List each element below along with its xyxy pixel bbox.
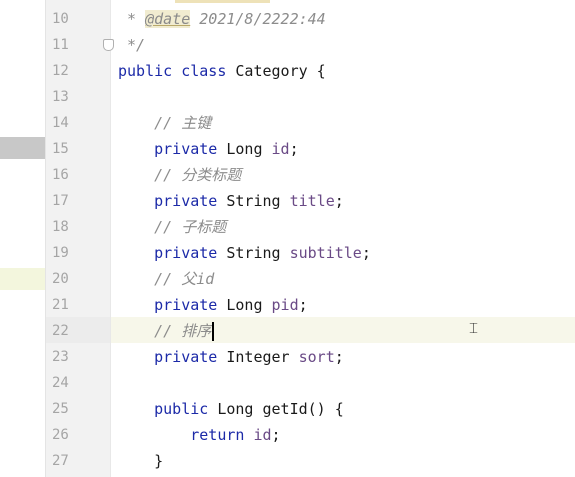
code-token-plain: () {	[307, 400, 344, 418]
code-token-doc: *	[118, 10, 146, 28]
code-text: private Long pid;	[118, 292, 308, 318]
code-token-field: id	[253, 426, 272, 444]
code-text: public Long getId() {	[118, 396, 344, 422]
search-match-highlight	[175, 0, 270, 3]
line-number: 26	[52, 427, 69, 443]
code-token-type: Long	[226, 140, 272, 158]
code-token-cmt: // 子标题	[118, 218, 227, 236]
code-line[interactable]: 20 // 父id	[0, 266, 575, 292]
code-token-kw: public	[118, 400, 218, 418]
code-token-doc: */	[118, 36, 146, 54]
code-token-fn: getId	[262, 400, 308, 418]
code-token-plain: }	[118, 452, 164, 470]
code-editor[interactable]: 10 * @date 2021/8/2222:44 11 */12 public c…	[0, 0, 575, 477]
code-token-type: String	[226, 244, 290, 262]
code-text: private Integer sort;	[118, 344, 344, 370]
line-number: 20	[52, 271, 69, 287]
code-token-plain: ;	[271, 426, 281, 444]
code-line[interactable]: 23 private Integer sort;	[0, 344, 575, 370]
code-text: private String title;	[118, 188, 344, 214]
code-line[interactable]: 18 // 子标题	[0, 214, 575, 240]
code-text: // 父id	[118, 266, 214, 292]
code-text: // 分类标题	[118, 162, 241, 188]
code-token-type: Long	[226, 296, 272, 314]
code-token-cmt: // 排序	[118, 322, 212, 340]
code-token-kw: private	[118, 296, 227, 314]
line-number: 24	[52, 375, 69, 391]
code-text: }	[118, 448, 163, 474]
code-text: * @date 2021/8/2222:44	[118, 6, 326, 32]
code-token-cmt: // 主键	[118, 114, 212, 132]
code-text: private Long id;	[118, 136, 299, 162]
code-token-kw: private	[118, 192, 227, 210]
code-token-cmt: // 父id	[118, 270, 215, 288]
line-number: 23	[52, 349, 69, 365]
code-line[interactable]: 10 * @date 2021/8/2222:44	[0, 6, 575, 32]
code-token-field: pid	[271, 296, 299, 314]
code-token-field: subtitle	[289, 244, 362, 262]
text-caret	[212, 322, 215, 341]
code-token-cmt: // 分类标题	[118, 166, 242, 184]
code-token-kw: public class	[118, 62, 236, 80]
line-number: 13	[52, 89, 69, 105]
fold-marker-icon[interactable]	[103, 39, 114, 51]
code-line[interactable]: 11 */	[0, 32, 575, 58]
code-text: */	[118, 32, 145, 58]
code-token-kw: private	[118, 140, 227, 158]
code-line[interactable]: 12 public class Category {	[0, 58, 575, 84]
line-number: 10	[52, 11, 69, 27]
code-text: private String subtitle;	[118, 240, 371, 266]
code-token-field: id	[271, 140, 290, 158]
code-text: // 主键	[118, 110, 211, 136]
code-token-field: sort	[298, 348, 335, 366]
line-number: 16	[52, 167, 69, 183]
line-number: 19	[52, 245, 69, 261]
code-line[interactable]: 24	[0, 370, 575, 396]
code-line[interactable]: 21 private Long pid;	[0, 292, 575, 318]
code-line[interactable]: 25 public Long getId() {	[0, 396, 575, 422]
line-number: 12	[52, 63, 69, 79]
code-line[interactable]: 13	[0, 84, 575, 110]
code-line[interactable]: 22 // 排序	[0, 318, 575, 344]
code-text: // 排序	[118, 318, 215, 344]
code-text: // 子标题	[118, 214, 226, 240]
code-text: public class Category {	[118, 58, 326, 84]
code-token-tag: @date	[145, 10, 191, 28]
line-number: 11	[52, 37, 69, 53]
code-token-kw: private	[118, 244, 227, 262]
code-token-plain: ;	[361, 244, 371, 262]
code-text: return id;	[118, 422, 281, 448]
code-line[interactable]: 19 private String subtitle;	[0, 240, 575, 266]
code-token-type: String	[226, 192, 290, 210]
code-line[interactable]: 26 return id;	[0, 422, 575, 448]
line-number: 22	[52, 323, 69, 339]
code-line[interactable]: 14 // 主键	[0, 110, 575, 136]
code-line[interactable]: 16 // 分类标题	[0, 162, 575, 188]
text-cursor-icon: ⌶	[469, 319, 479, 337]
code-token-plain: ;	[334, 348, 344, 366]
line-number: 14	[52, 115, 69, 131]
code-line[interactable]: 17 private String title;	[0, 188, 575, 214]
code-token-type: Category {	[235, 62, 326, 80]
code-token-type: Integer	[226, 348, 299, 366]
code-token-doc: 2021/8/2222:44	[190, 10, 326, 28]
line-number: 27	[52, 453, 69, 469]
code-line[interactable]: 27 }	[0, 448, 575, 474]
code-token-field: title	[289, 192, 335, 210]
line-number: 25	[52, 401, 69, 417]
code-token-kw: private	[118, 348, 227, 366]
code-token-kw: return	[118, 426, 254, 444]
line-number: 17	[52, 193, 69, 209]
code-token-type: Long	[217, 400, 263, 418]
code-token-plain: ;	[298, 296, 308, 314]
line-number: 18	[52, 219, 69, 235]
code-token-plain: ;	[289, 140, 299, 158]
line-number: 15	[52, 141, 69, 157]
code-line[interactable]: 15 private Long id;	[0, 136, 575, 162]
code-token-plain: ;	[334, 192, 344, 210]
line-number: 21	[52, 297, 69, 313]
